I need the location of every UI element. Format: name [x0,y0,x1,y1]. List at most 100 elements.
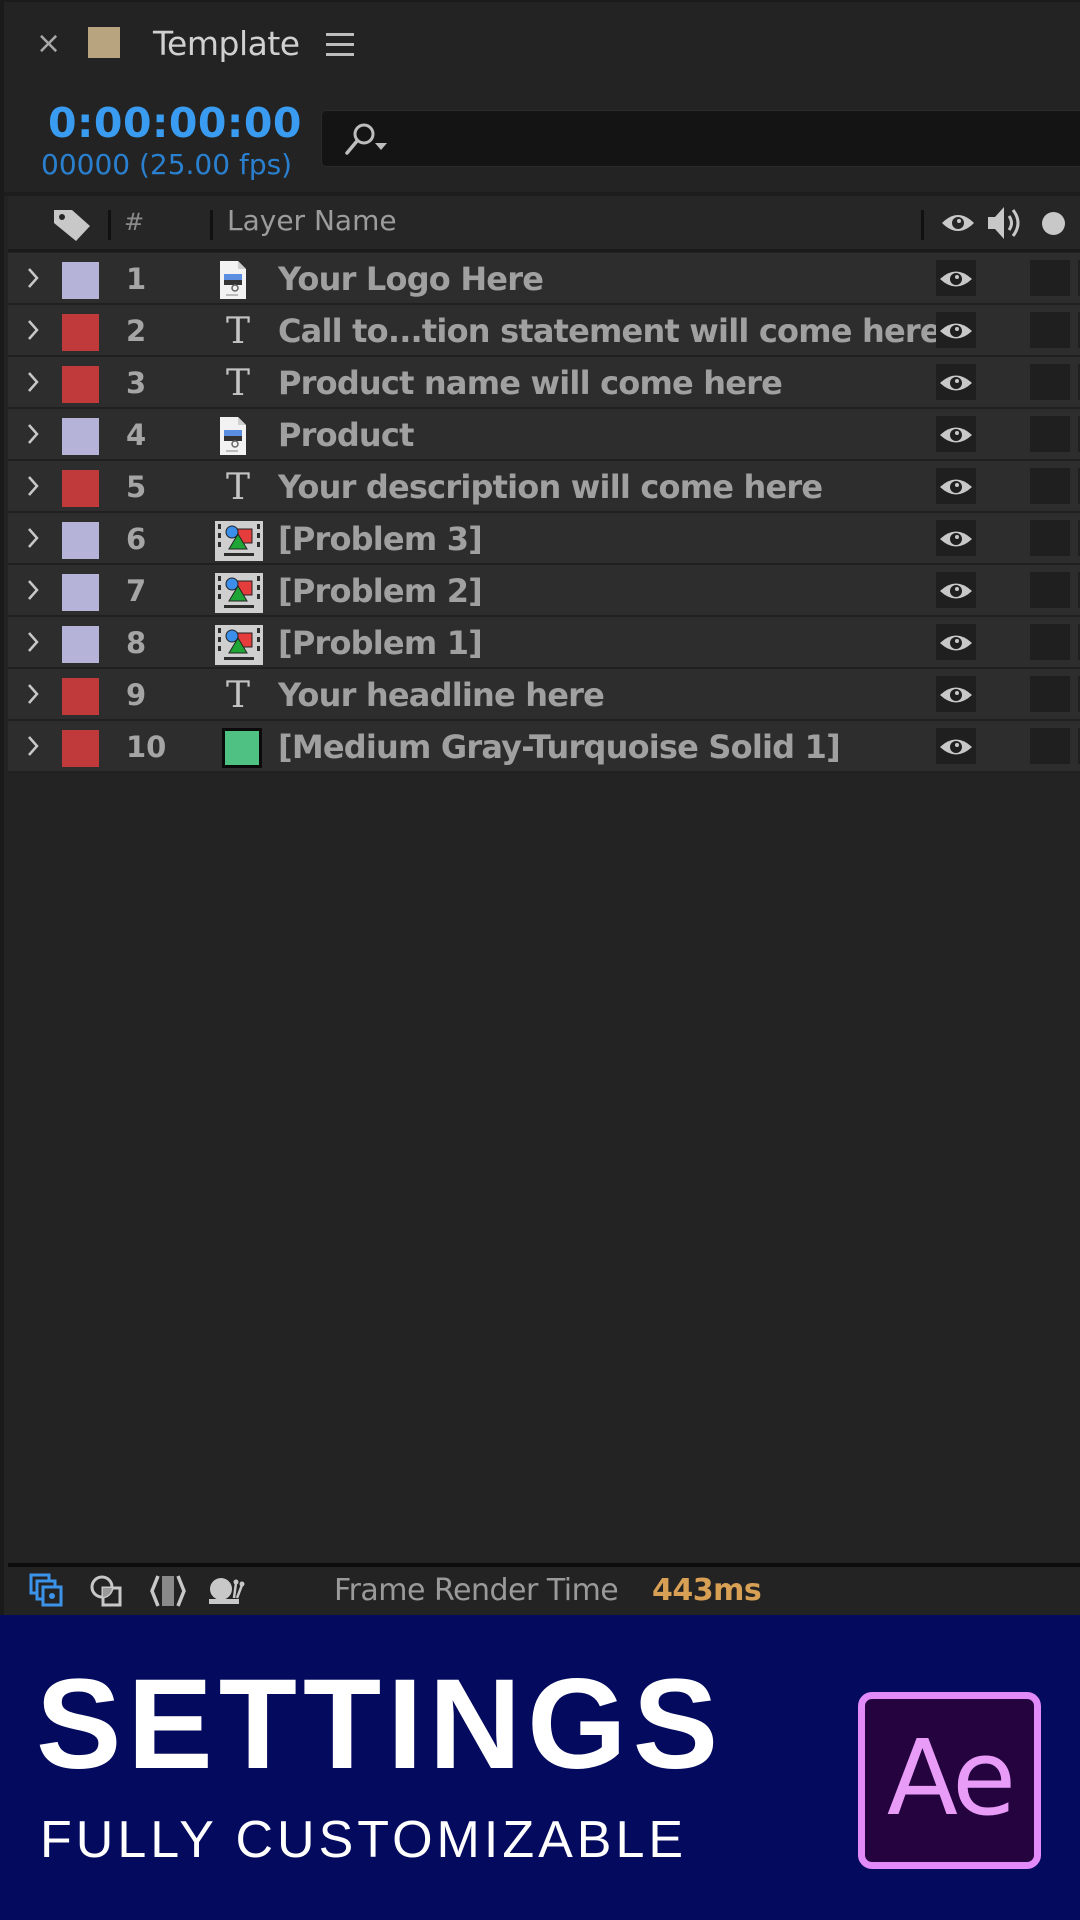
composition-tab-title[interactable]: Template [153,22,300,66]
solo-toggle[interactable] [1030,416,1070,452]
expand-chevron-icon[interactable] [26,318,40,342]
precomp-icon [214,572,264,613]
layer-label-color[interactable] [62,574,99,611]
layer-label-color[interactable] [62,678,99,715]
layer-name[interactable]: Product name will come here [278,362,783,404]
layer-row[interactable]: 3 T Product name will come here [8,357,1080,409]
motion-blur-snail-icon[interactable] [206,1573,246,1609]
panel-menu-icon[interactable] [326,33,354,57]
layer-row[interactable]: 6 [Problem 3] [8,513,1080,565]
visibility-toggle[interactable] [936,364,976,400]
visibility-toggle[interactable] [936,728,976,764]
label-tag-icon[interactable] [50,206,94,244]
visibility-toggle[interactable] [936,572,976,608]
close-tab-icon[interactable]: × [36,28,61,60]
column-divider[interactable] [921,210,924,240]
precomp-icon [214,624,264,665]
expand-chevron-icon[interactable] [26,526,40,550]
eye-icon [940,323,972,339]
footage-file-icon [214,260,264,300]
layer-label-color[interactable] [62,522,99,559]
visibility-toggle[interactable] [936,312,976,348]
visibility-toggle[interactable] [936,624,976,660]
solo-toggle[interactable] [1030,468,1070,504]
layer-row[interactable]: 4 Product [8,409,1080,461]
frame-render-time-label: Frame Render Time [334,1573,619,1608]
solo-toggle[interactable] [1030,572,1070,608]
solo-toggle[interactable] [1030,260,1070,296]
in-out-brackets-icon[interactable] [148,1573,188,1609]
layer-label-color[interactable] [62,730,99,767]
search-icon[interactable] [342,121,392,159]
layer-name[interactable]: Your headline here [278,674,605,716]
layer-name[interactable]: [Problem 3] [278,518,483,560]
expand-chevron-icon[interactable] [26,266,40,290]
eye-icon [940,687,972,703]
timeline-panel: × Template 0:00:00:00 00000 (25.00 fps) … [0,0,1080,1615]
composition-label-swatch [88,27,120,58]
expand-chevron-icon[interactable] [26,682,40,706]
expand-chevron-icon[interactable] [26,370,40,394]
solo-toggle[interactable] [1030,520,1070,556]
layer-search-input[interactable] [321,110,1080,167]
layer-label-color[interactable] [62,470,99,507]
layer-label-color[interactable] [62,626,99,663]
layer-row[interactable]: 5 T Your description will come here [8,461,1080,513]
eye-icon [940,583,972,599]
layer-name[interactable]: [Medium Gray-Turquoise Solid 1] [278,726,841,768]
current-time-display[interactable]: 0:00:00:00 [48,98,302,148]
banner-subtitle: FULLY CUSTOMIZABLE [40,1811,688,1869]
solo-toggle[interactable] [1030,624,1070,660]
layer-row[interactable]: 8 [Problem 1] [8,617,1080,669]
layer-name[interactable]: Your Logo Here [278,258,544,300]
promo-banner: SETTINGS FULLY CUSTOMIZABLE Ae [0,1615,1080,1920]
expand-chevron-icon[interactable] [26,474,40,498]
layer-row[interactable]: 10 [Medium Gray-Turquoise Solid 1] [8,721,1080,773]
visibility-toggle[interactable] [936,260,976,296]
column-header-layer-name[interactable]: Layer Name [227,204,397,237]
column-header-number[interactable]: # [124,208,144,236]
layer-label-color[interactable] [62,262,99,299]
eye-icon [940,531,972,547]
expand-chevron-icon[interactable] [26,734,40,758]
visibility-toggle[interactable] [936,416,976,452]
visibility-toggle[interactable] [936,520,976,556]
layer-name[interactable]: Call to...tion statement will come here [278,310,942,352]
frame-rate-display: 00000 (25.00 fps) [41,148,293,181]
solo-dot-icon[interactable] [1042,212,1065,235]
layer-row[interactable]: 9 T Your headline here [8,669,1080,721]
visibility-toggle[interactable] [936,468,976,504]
visibility-toggle[interactable] [936,676,976,712]
layer-label-color[interactable] [62,314,99,351]
layer-row[interactable]: 1 Your Logo Here [8,253,1080,305]
eye-icon [940,635,972,651]
solo-toggle[interactable] [1030,312,1070,348]
video-eye-icon[interactable] [940,210,976,236]
layer-name[interactable]: [Problem 1] [278,622,483,664]
layer-index: 4 [126,418,147,452]
expand-chevron-icon[interactable] [26,578,40,602]
layer-row[interactable]: 7 [Problem 2] [8,565,1080,617]
composition-flowchart-icon[interactable] [28,1573,68,1609]
audio-speaker-icon[interactable] [986,204,1026,242]
solo-toggle[interactable] [1030,676,1070,712]
frame-render-time-value: 443ms [652,1573,762,1608]
expand-chevron-icon[interactable] [26,422,40,446]
after-effects-logo: Ae [858,1692,1041,1869]
expand-chevron-icon[interactable] [26,630,40,654]
layer-label-color[interactable] [62,366,99,403]
footage-file-icon [214,416,264,456]
solo-toggle[interactable] [1030,364,1070,400]
layer-row[interactable]: 2 T Call to...tion statement will come h… [8,305,1080,357]
column-divider[interactable] [210,210,213,240]
toggle-masks-icon[interactable] [88,1573,128,1609]
layer-index: 9 [126,678,147,712]
layer-name[interactable]: [Problem 2] [278,570,483,612]
layer-label-color[interactable] [62,418,99,455]
layer-name[interactable]: Your description will come here [278,466,823,508]
after-effects-logo-text: Ae [886,1717,1016,1839]
layer-index: 3 [126,366,147,400]
column-divider[interactable] [108,210,111,240]
solo-toggle[interactable] [1030,728,1070,764]
layer-name[interactable]: Product [278,414,414,456]
